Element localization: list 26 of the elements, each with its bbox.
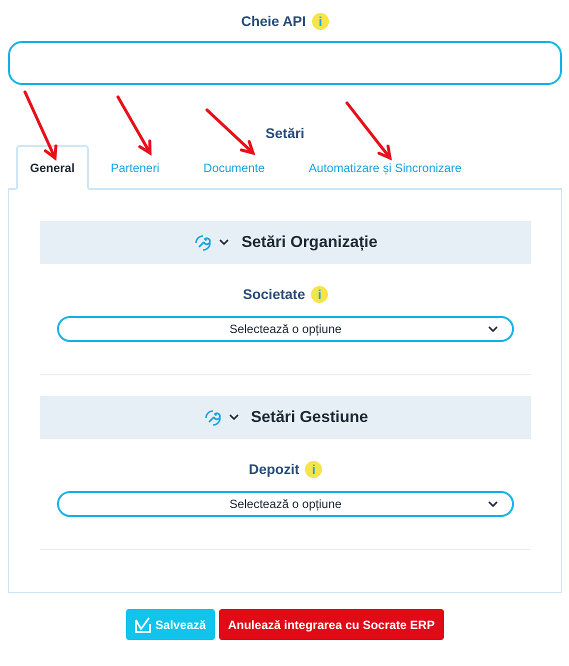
annotation-arrow [346,102,392,160]
field-label: Societate [242,286,306,302]
section-header[interactable]: Setări Gestiune [40,396,531,439]
annotation-arrow [24,90,58,161]
field-label: Cheie API [241,13,306,29]
wrench-icon [202,408,223,428]
field-label: Depozit [248,461,300,477]
info-badge[interactable]: i [305,460,322,478]
select-field[interactable]: Selectează o opțiune [57,316,514,342]
info-badge[interactable]: i [312,12,329,30]
chevron-icon [488,326,498,333]
chevron-icon [228,414,239,421]
info-badge[interactable]: i [311,286,328,302]
section-header[interactable]: Setări Organizație [40,221,531,264]
section-title: Setări [264,125,306,143]
save-button[interactable]: Salvează [126,609,215,640]
checkmark-icon [135,616,152,632]
input-field[interactable] [8,41,562,85]
cancel-button[interactable]: Anulează integrarea cu Socrate ERP [218,609,444,640]
annotation-arrow [116,96,152,156]
annotation-arrow [206,108,256,156]
chevron-icon [219,239,230,246]
wrench-icon [193,232,214,252]
tab[interactable]: General [16,145,89,190]
select-field[interactable]: Selectează o opțiune [57,491,514,517]
chevron-icon [488,501,498,508]
